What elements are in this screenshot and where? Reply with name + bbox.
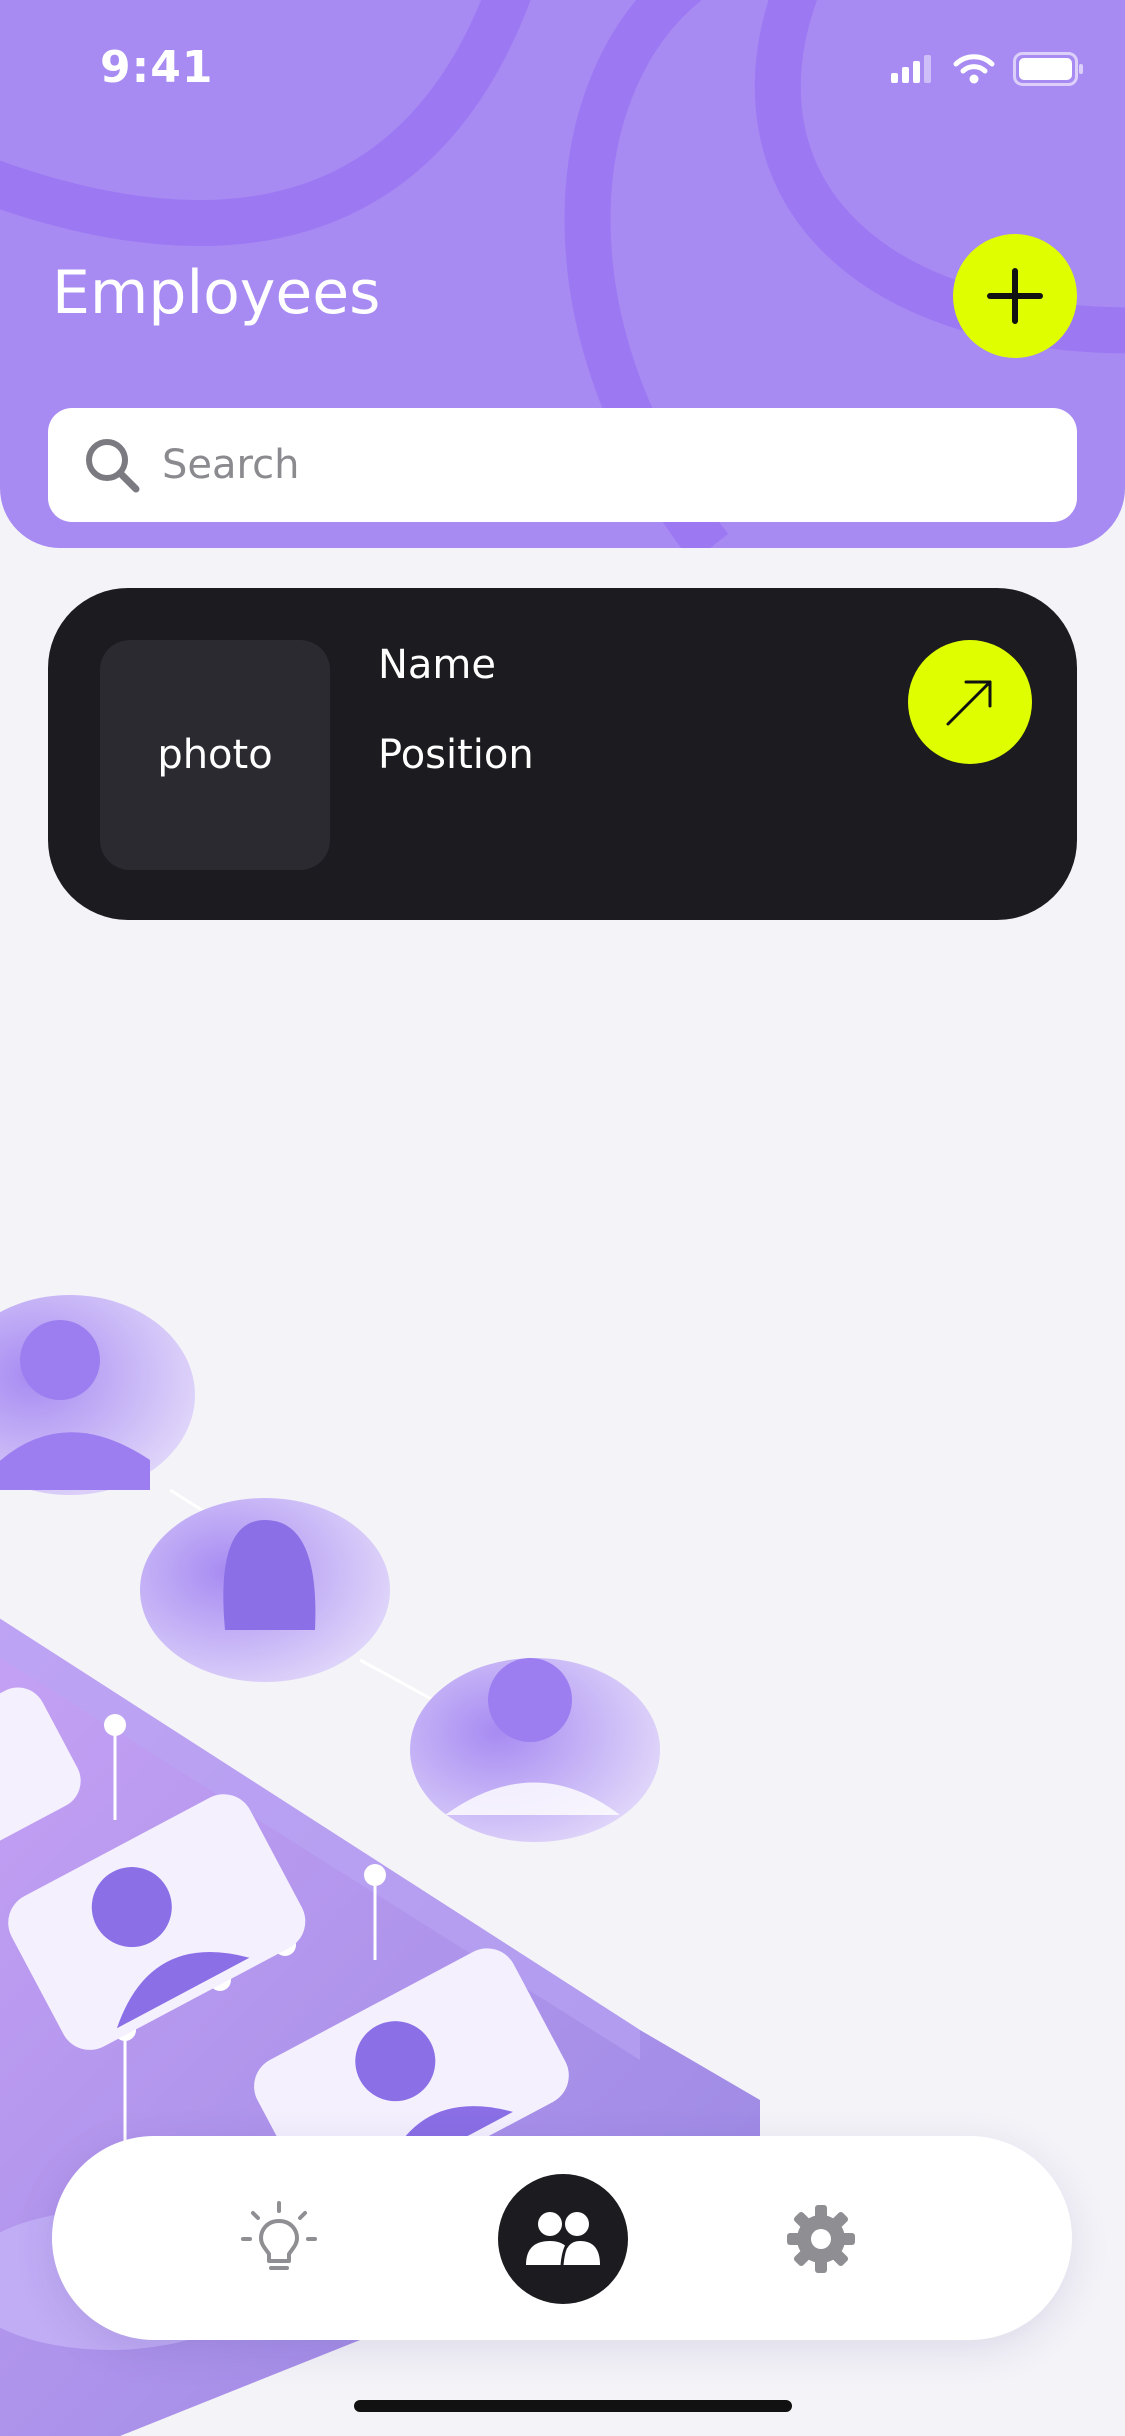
- header: 9:41 Employees: [0, 0, 1125, 548]
- nav-item-employees[interactable]: [498, 2174, 628, 2304]
- search-icon: [86, 439, 140, 493]
- status-time: 9:41: [100, 42, 214, 93]
- home-indicator: [354, 2400, 792, 2412]
- arrow-up-right-icon: [946, 680, 992, 726]
- status-icons: [891, 52, 1083, 86]
- gear-icon: [787, 2205, 855, 2273]
- employee-position: Position: [378, 732, 534, 778]
- employee-name: Name: [378, 642, 497, 688]
- nav-item-settings[interactable]: [756, 2174, 886, 2304]
- employee-photo: photo: [100, 640, 330, 870]
- plus-icon: [987, 268, 1043, 324]
- search-bar[interactable]: [48, 408, 1077, 522]
- wifi-icon: [953, 54, 995, 84]
- bottom-nav: [52, 2136, 1072, 2340]
- battery-icon: [1013, 52, 1083, 86]
- lightbulb-icon: [241, 2201, 317, 2270]
- employee-card[interactable]: photo Name Position: [48, 588, 1077, 920]
- open-employee-button[interactable]: [908, 640, 1032, 764]
- nav-item-ideas[interactable]: [214, 2174, 344, 2304]
- add-employee-button[interactable]: [953, 234, 1077, 358]
- people-icon: [526, 2212, 600, 2266]
- page-title: Employees: [52, 258, 381, 328]
- photo-label: photo: [157, 732, 273, 778]
- search-input[interactable]: [160, 441, 1024, 489]
- cellular-signal-icon: [891, 55, 931, 83]
- employees-screen: 9:41 Employees Search photo Name Positio…: [0, 0, 1125, 2436]
